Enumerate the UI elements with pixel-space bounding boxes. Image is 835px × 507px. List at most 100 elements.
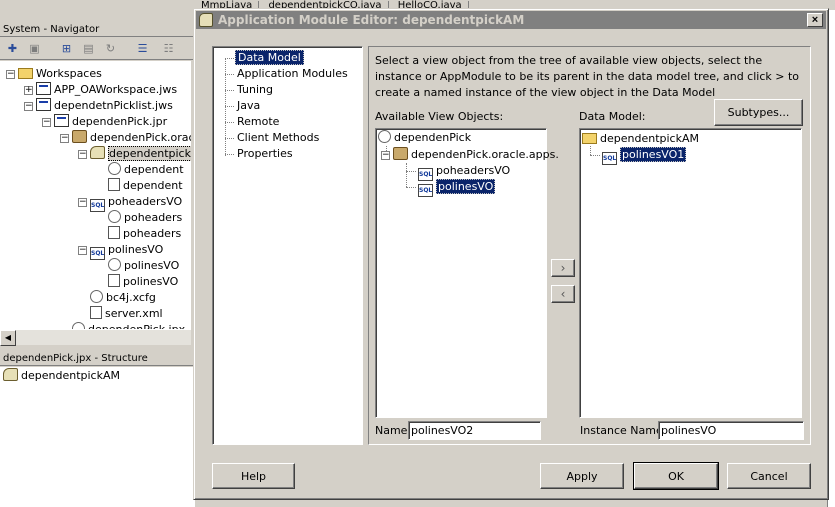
collapse-toggle[interactable]: − [24, 102, 33, 111]
collapse-toggle[interactable]: − [78, 246, 87, 255]
available-view-objects-label: Available View Objects: [375, 110, 503, 123]
collapse-toggle[interactable]: − [78, 150, 87, 159]
navigator-node[interactable]: server.xml [78, 306, 163, 322]
navigator-node[interactable]: − dependentpick [78, 146, 191, 162]
tree-node-label: dependenPick [394, 131, 472, 144]
add-to-data-model-button[interactable]: › [551, 259, 575, 277]
navigator-node-label: dependenPick.oracle [90, 131, 191, 144]
navigator-node[interactable]: − SQL polinesVO [78, 242, 164, 260]
navigator-node-label: Workspaces [36, 67, 102, 80]
tree-node-root[interactable]: dependenPick [378, 130, 471, 146]
component-icon [108, 210, 121, 223]
tree-node-view-object-selected[interactable]: SQL polinesVO [418, 179, 496, 197]
system-navigator-panel: System - Navigator ✚ ▣ ⊞ ▤ ↻ ☰ ☷ − Worksp… [0, 0, 195, 346]
component-icon [72, 322, 85, 329]
navigator-node[interactable]: − Workspaces [6, 66, 102, 82]
help-button[interactable]: Help [212, 463, 295, 489]
project-icon [36, 98, 51, 111]
tree-node-package[interactable]: − dependenPick.oracle.apps. [381, 147, 559, 163]
available-view-objects-tree[interactable]: dependenPick − dependenPick.oracle.apps. … [375, 128, 559, 418]
application-module-icon [199, 13, 213, 27]
category-client-methods[interactable]: Client Methods [235, 130, 321, 145]
collapse-toggle[interactable]: − [6, 70, 15, 79]
category-remote[interactable]: Remote [235, 114, 281, 129]
navigator-node-label: poheaders [124, 211, 183, 224]
tree-node-application-module[interactable]: dependentpickAM [582, 131, 699, 147]
navigator-node[interactable]: polinesVO [96, 258, 179, 274]
navigator-node[interactable]: − dependenPick.jpr [42, 114, 167, 130]
data-model-page: Select a view object from the tree of av… [368, 46, 811, 445]
add-project-icon[interactable]: ▣ [26, 41, 43, 57]
tree-connector [406, 187, 416, 188]
file-icon [108, 178, 120, 191]
expand-toggle[interactable]: + [24, 86, 33, 95]
sort-icon[interactable]: ☰ [134, 41, 151, 57]
tree-node-view-object[interactable]: SQL poheadersVO [418, 163, 510, 181]
tree-connector [225, 58, 226, 156]
navigator-horizontal-scrollbar[interactable]: ◀ [0, 329, 191, 346]
chevron-right-icon: › [560, 261, 566, 275]
ok-button[interactable]: OK [633, 462, 719, 490]
tree-connector [406, 171, 416, 172]
remove-icon[interactable]: ▤ [80, 41, 97, 57]
navigator-node[interactable]: dependent [96, 162, 184, 178]
collapse-toggle[interactable]: − [381, 151, 390, 160]
structure-item[interactable]: dependentpickAM [3, 368, 120, 384]
navigator-node[interactable]: + APP_OAWorkspace.jws [24, 82, 177, 98]
component-icon [108, 162, 121, 175]
view-options-icon[interactable]: ☷ [160, 41, 177, 57]
navigator-node-label: dependetnPicklist.jws [54, 99, 173, 112]
file-icon [108, 226, 120, 239]
navigator-node[interactable]: polinesVO [96, 274, 178, 290]
refresh-icon[interactable]: ↻ [102, 41, 119, 57]
package-icon [72, 130, 87, 143]
navigator-title: System - Navigator [0, 22, 195, 37]
category-properties[interactable]: Properties [235, 146, 295, 161]
cancel-button[interactable]: Cancel [727, 463, 811, 489]
close-button[interactable]: × [807, 13, 823, 27]
navigator-node[interactable]: − dependenPick.oracle [60, 130, 191, 146]
navigator-node[interactable]: poheaders [96, 210, 182, 226]
view-object-icon: SQL [418, 184, 433, 197]
category-java[interactable]: Java [235, 98, 262, 113]
navigator-node-label: dependent [124, 163, 184, 176]
name-input[interactable] [408, 421, 541, 440]
navigator-node-label: polinesVO [108, 243, 164, 256]
instance-name-input[interactable] [658, 421, 804, 440]
apply-button[interactable]: Apply [540, 463, 624, 489]
structure-panel: dependentpickAM [0, 367, 195, 507]
navigator-tree[interactable]: − Workspaces + APP_OAWorkspace.jws − dependet… [0, 61, 191, 329]
add-file-icon[interactable]: ⊞ [58, 41, 75, 57]
scroll-left-icon[interactable]: ◀ [0, 330, 16, 346]
instructions-text: Select a view object from the tree of av… [375, 54, 800, 99]
category-data-model[interactable]: Data Model [235, 50, 304, 65]
navigator-node[interactable]: bc4j.xcfg [78, 290, 156, 306]
tree-node-view-instance-selected[interactable]: SQL polinesVO1 [602, 147, 687, 165]
subtypes-button[interactable]: Subtypes... [714, 99, 803, 126]
tree-connector [225, 74, 234, 75]
dialog-titlebar[interactable]: Application Module Editor: dependentpick… [196, 11, 826, 29]
collapse-toggle[interactable]: − [78, 198, 87, 207]
collapse-toggle[interactable]: − [42, 118, 51, 127]
new-workspace-icon[interactable]: ✚ [4, 41, 21, 57]
structure-item-label: dependentpickAM [21, 369, 120, 382]
tree-node-label: polinesVO [436, 179, 496, 194]
application-module-icon [3, 368, 18, 381]
navigator-node[interactable]: − dependetnPicklist.jws [24, 98, 173, 114]
folder-icon [18, 68, 33, 79]
tree-node-label: polinesVO1 [620, 147, 687, 162]
navigator-node[interactable]: dependenPick.jpx [60, 322, 185, 329]
navigator-node[interactable]: dependent [96, 178, 183, 194]
data-model-tree[interactable]: dependentpickAM SQL polinesVO1 [579, 128, 802, 418]
remove-from-data-model-button[interactable]: ‹ [551, 285, 575, 303]
project-icon [54, 114, 69, 127]
navigator-node[interactable]: − SQL poheadersVO [78, 194, 182, 212]
collapse-toggle[interactable]: − [60, 134, 69, 143]
navigator-node[interactable]: poheaders [96, 226, 181, 242]
category-list[interactable]: Data Model Application Modules Tuning Ja… [212, 46, 363, 445]
file-icon [90, 306, 102, 319]
category-tuning[interactable]: Tuning [235, 82, 275, 97]
category-application-modules[interactable]: Application Modules [235, 66, 350, 81]
component-icon [108, 258, 121, 271]
navigator-node-label: bc4j.xcfg [106, 291, 156, 304]
